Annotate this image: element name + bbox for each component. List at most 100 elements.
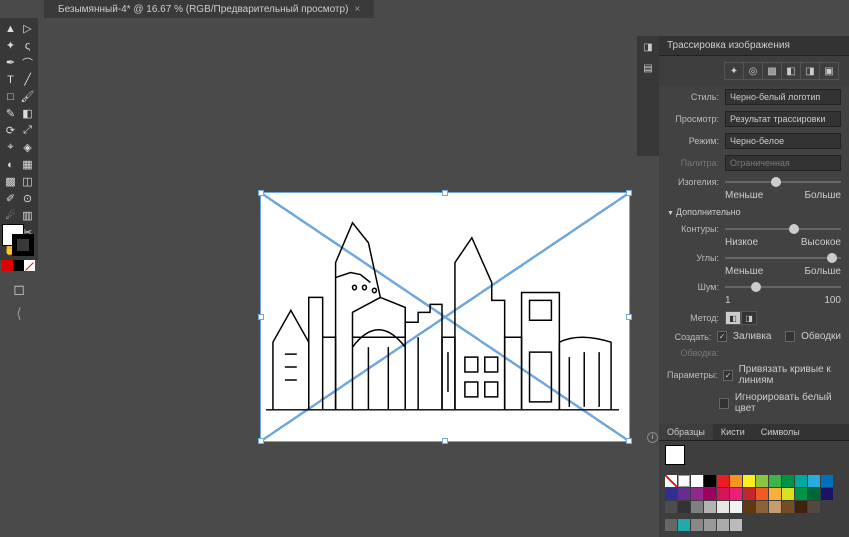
line-tool[interactable]: ╱ — [19, 71, 36, 88]
swatch[interactable] — [665, 501, 677, 513]
swatch[interactable] — [730, 501, 742, 513]
magic-wand-tool[interactable]: ✦ — [2, 37, 19, 54]
tab-brushes[interactable]: Кисти — [713, 424, 753, 440]
strokes-checkbox[interactable] — [785, 331, 795, 342]
swatch-none[interactable] — [665, 475, 677, 487]
draw-normal[interactable]: ◻ — [4, 278, 34, 300]
eyedropper-tool[interactable]: ✐ — [2, 190, 19, 207]
method-overlap[interactable]: ◨ — [741, 311, 757, 325]
swatch[interactable] — [769, 488, 781, 500]
current-swatch[interactable] — [665, 445, 685, 465]
fills-checkbox[interactable] — [717, 331, 727, 342]
swatch[interactable] — [808, 475, 820, 487]
document-tab[interactable]: Безымянный-4* @ 16.67 % (RGB/Предварител… — [52, 0, 366, 18]
panel-collapse-strip[interactable]: ◨ ▤ — [637, 36, 659, 156]
style-select[interactable]: Черно-белый логотип — [725, 89, 841, 105]
curvature-tool[interactable]: ⌒ — [19, 54, 36, 71]
method-abutting[interactable]: ◧ — [725, 311, 741, 325]
type-tool[interactable]: T — [2, 71, 19, 88]
swatch[interactable] — [704, 475, 716, 487]
swatch[interactable] — [782, 488, 794, 500]
preset-gray-icon[interactable]: ◧ — [781, 62, 801, 80]
preset-low-icon[interactable]: ▩ — [762, 62, 782, 80]
mode-select[interactable]: Черно-белое — [725, 133, 841, 149]
transform-handle[interactable] — [626, 438, 632, 444]
preview-select[interactable]: Результат трассировки — [725, 111, 841, 127]
color-mode[interactable] — [2, 260, 13, 271]
snap-checkbox[interactable] — [723, 370, 732, 381]
preset-photo-icon[interactable]: ◎ — [743, 62, 763, 80]
shape-builder-tool[interactable]: ◐ — [2, 156, 19, 173]
noise-slider[interactable] — [725, 286, 841, 288]
transform-handle[interactable] — [626, 314, 632, 320]
threshold-slider[interactable] — [725, 181, 841, 183]
screen-mode[interactable]: ⟨ — [4, 302, 34, 324]
gradient-tool[interactable]: ◫ — [19, 173, 36, 190]
swatch[interactable] — [691, 501, 703, 513]
lasso-tool[interactable]: ς — [19, 37, 36, 54]
swatch[interactable] — [730, 488, 742, 500]
swatch[interactable] — [704, 488, 716, 500]
mesh-tool[interactable]: ▩ — [2, 173, 19, 190]
swatch[interactable] — [678, 488, 690, 500]
none-mode[interactable] — [24, 260, 35, 271]
preset-outline-icon[interactable]: ▣ — [819, 62, 839, 80]
preset-auto-icon[interactable]: ✦ — [724, 62, 744, 80]
shaper-tool[interactable]: ✎ — [2, 105, 19, 122]
swatch[interactable] — [717, 475, 729, 487]
paths-slider[interactable] — [725, 228, 841, 230]
perspective-tool[interactable]: ▦ — [19, 156, 36, 173]
layers-icon[interactable]: ◨ — [643, 42, 652, 53]
canvas-artwork[interactable] — [260, 192, 630, 442]
selection-tool[interactable]: ▲ — [2, 20, 19, 37]
swatch[interactable] — [743, 501, 755, 513]
swatch[interactable] — [717, 488, 729, 500]
swatch[interactable] — [730, 475, 742, 487]
symbol-sprayer-tool[interactable]: ☄ — [2, 207, 19, 224]
direct-selection-tool[interactable]: ▷ — [19, 20, 36, 37]
ignore-white-checkbox[interactable] — [719, 398, 729, 409]
blend-tool[interactable]: ⊙ — [19, 190, 36, 207]
transform-handle[interactable] — [258, 314, 264, 320]
swatch[interactable] — [717, 501, 729, 513]
swatch-registration[interactable] — [678, 475, 690, 487]
transform-handle[interactable] — [626, 190, 632, 196]
swatch[interactable] — [665, 488, 677, 500]
scale-tool[interactable]: ⤢ — [19, 122, 36, 139]
preset-bw-icon[interactable]: ◨ — [800, 62, 820, 80]
swatch[interactable] — [782, 475, 794, 487]
swatch[interactable] — [678, 501, 690, 513]
swatch[interactable] — [821, 475, 833, 487]
transform-handle[interactable] — [442, 190, 448, 196]
swatch[interactable] — [756, 501, 768, 513]
swatch[interactable] — [665, 519, 677, 531]
swatch[interactable] — [795, 475, 807, 487]
swatch[interactable] — [704, 501, 716, 513]
swatch[interactable] — [756, 475, 768, 487]
swatch[interactable] — [808, 501, 820, 513]
swatch[interactable] — [691, 488, 703, 500]
swatch[interactable] — [691, 475, 703, 487]
swatch[interactable] — [769, 475, 781, 487]
swatch[interactable] — [704, 519, 716, 531]
corners-slider[interactable] — [725, 257, 841, 259]
free-transform-tool[interactable]: ◈ — [19, 139, 36, 156]
close-icon[interactable]: × — [354, 4, 360, 15]
swatch[interactable] — [808, 488, 820, 500]
swatch[interactable] — [769, 501, 781, 513]
swatch[interactable] — [691, 519, 703, 531]
swatch[interactable] — [756, 488, 768, 500]
graph-tool[interactable]: ▥ — [19, 207, 36, 224]
brush-tool[interactable]: 🖌 — [19, 88, 36, 105]
advanced-toggle[interactable]: Дополнительно — [659, 203, 849, 221]
transform-handle[interactable] — [258, 190, 264, 196]
pen-tool[interactable]: ✒ — [2, 54, 19, 71]
gradient-mode[interactable] — [13, 260, 24, 271]
eraser-tool[interactable]: ◧ — [19, 105, 36, 122]
swatch[interactable] — [821, 488, 833, 500]
transform-handle[interactable] — [442, 438, 448, 444]
swatch[interactable] — [730, 519, 742, 531]
swatch[interactable] — [678, 519, 690, 531]
swatch[interactable] — [795, 501, 807, 513]
transform-handle[interactable] — [258, 438, 264, 444]
